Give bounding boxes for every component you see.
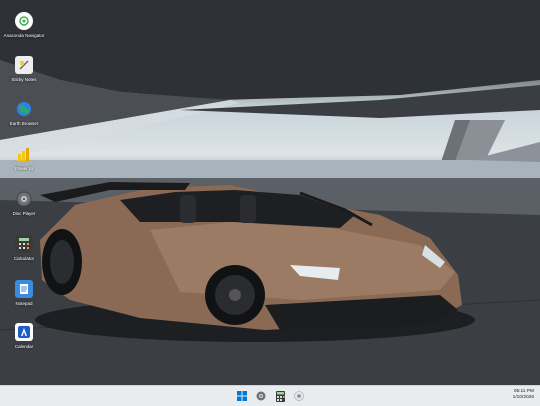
desktop-icon-label: Anaconda Navigator <box>3 33 45 38</box>
bar-chart-icon <box>15 145 33 163</box>
desktop-icon-label: Disc Player <box>12 211 36 216</box>
desktop-icon-label: Earth Browser <box>9 121 39 126</box>
desktop-icon-notepad[interactable]: Notepad <box>6 280 42 306</box>
taskbar: 05:11 PM 1/10/2026 <box>0 385 540 406</box>
notepad-icon <box>15 280 33 298</box>
desktop-icon-calendar[interactable]: Calendar <box>6 323 42 349</box>
globe-icon <box>15 100 33 118</box>
calculator-icon <box>15 235 33 253</box>
desktop-icon-anaconda[interactable]: Anaconda Navigator <box>3 12 45 38</box>
desktop-icon-calculator[interactable]: Calculator <box>6 235 42 261</box>
app-store-icon <box>15 323 33 341</box>
desktop-icon-label: Calendar <box>14 344 34 349</box>
desktop-icon-globe[interactable]: Earth Browser <box>6 100 42 126</box>
taskbar-disc-button[interactable] <box>254 389 268 403</box>
start-icon <box>237 391 247 401</box>
clock-date: 1/10/2026 <box>512 395 534 400</box>
desktop-icon-sticky-notes[interactable]: Sticky Notes <box>6 56 42 82</box>
desktop-icon-powerbi[interactable]: Power BI <box>6 145 42 171</box>
desktop-icon-label: Power BI <box>14 166 34 171</box>
taskbar-calculator-button[interactable] <box>273 389 287 403</box>
disc-icon <box>256 391 266 401</box>
disc-icon <box>15 190 33 208</box>
system-clock[interactable]: 05:11 PM 1/10/2026 <box>513 389 534 401</box>
desktop-icon-label: Calculator <box>13 256 35 261</box>
desktop-icon-label: Sticky Notes <box>11 77 37 82</box>
anaconda-icon <box>15 12 33 30</box>
sticky-notes-icon <box>15 56 33 74</box>
desktop-icon-disc[interactable]: Disc Player <box>6 190 42 216</box>
calculator-icon <box>275 390 285 402</box>
start-button[interactable] <box>235 389 249 403</box>
desktop-icon-label: Notepad <box>15 301 33 306</box>
wallpaper-art <box>0 0 540 385</box>
chrome-icon <box>294 391 304 401</box>
taskbar-browser-button[interactable] <box>292 389 306 403</box>
desktop-wallpaper <box>0 0 540 385</box>
